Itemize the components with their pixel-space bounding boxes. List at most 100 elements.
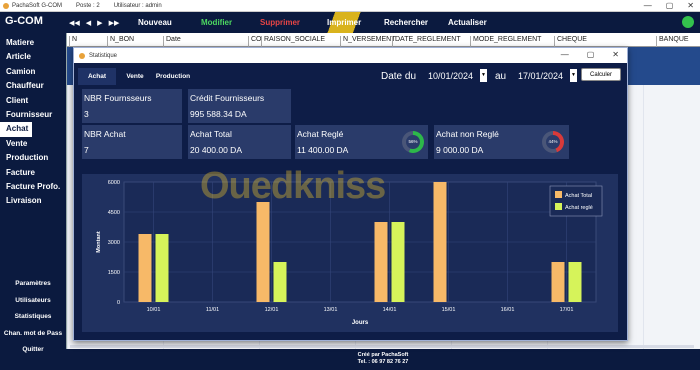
dialog-minimize-icon[interactable]: — <box>561 50 569 59</box>
bar-achat-total <box>433 182 447 302</box>
tab-achat[interactable]: Achat <box>78 68 116 85</box>
date-from-label: Date du <box>381 71 417 82</box>
sidebar-item-vente[interactable]: Vente <box>0 137 66 151</box>
y-tick-label: 3000 <box>108 240 120 246</box>
minimize-icon[interactable]: — <box>644 1 652 10</box>
sidebar-item-production[interactable]: Production <box>0 151 66 165</box>
card-achat-total: Achat Total 20 400.00 DA <box>188 125 291 159</box>
app-title: PachaSoft G-COM <box>12 2 63 9</box>
x-tick-label: 17/01 <box>560 307 574 313</box>
nbr-achat-label: NBR Achat <box>84 129 126 139</box>
bar-achat-total <box>374 222 388 302</box>
x-tick-label: 14/01 <box>383 307 397 313</box>
x-tick-label: 11/01 <box>206 307 219 313</box>
bar-achat-total <box>256 202 270 302</box>
y-axis-label: Montant <box>96 231 102 253</box>
y-tick-label: 1500 <box>108 270 120 276</box>
sidebar-item-utilisateurs[interactable]: Utilisateurs <box>0 293 66 310</box>
maximize-icon[interactable]: ▢ <box>666 1 674 10</box>
horizontal-scrollbar[interactable] <box>70 345 694 348</box>
bar-achat-total <box>551 262 565 302</box>
user-label: Utilisateur : admin <box>113 2 162 9</box>
window-title-bar: PachaSoft G-COM Poste : 2 Utilisateur : … <box>0 0 700 12</box>
column-header-n[interactable]: N <box>69 36 77 47</box>
column-header-co[interactable]: CO <box>248 36 262 47</box>
sidebar-item-facture-profo[interactable]: Facture Profo. <box>0 180 66 194</box>
imprimer-button[interactable]: Imprimer <box>327 18 361 27</box>
sidebar-item-parametres[interactable]: Paramètres <box>0 276 66 293</box>
card-achat-regle: Achat Reglé 11 400.00 DA 56% <box>295 125 428 159</box>
card-achat-non-regle: Achat non Reglé 9 000.00 DA 44% <box>434 125 569 159</box>
achat-regle-percent: 56% <box>406 135 420 149</box>
achat-regle-value: 11 400.00 DA <box>297 145 349 155</box>
bar-achat-regle <box>273 262 287 302</box>
previous-record-icon[interactable]: ◀ <box>86 19 91 27</box>
achat-non-regle-percent: 44% <box>546 135 560 149</box>
nbr-achat-value: 7 <box>84 145 89 155</box>
bar-achat-total <box>138 234 152 302</box>
date-to-input[interactable] <box>516 69 571 82</box>
column-header-date-reglement[interactable]: DATE_REGLEMENT <box>392 36 461 47</box>
column-header-raison-sociale[interactable]: RAISON_SOCIALE <box>261 36 325 47</box>
card-credit-fournisseurs: Crédit Fournisseurs 995 588.34 DA <box>188 89 291 123</box>
column-header-date[interactable]: Date <box>163 36 181 47</box>
x-tick-label: 15/01 <box>442 307 456 313</box>
sidebar-item-statistiques[interactable]: Statistiques <box>0 309 66 326</box>
nbr-fournisseurs-value: 3 <box>84 109 89 119</box>
rechercher-button[interactable]: Rechercher <box>384 18 428 27</box>
dialog-app-icon <box>79 52 85 59</box>
sidebar-item-matiere[interactable]: Matiere <box>0 36 66 50</box>
actualiser-button[interactable]: Actualiser <box>448 18 487 27</box>
column-header-mode-reglement[interactable]: MODE_REGLEMENT <box>470 36 541 47</box>
date-from-input[interactable] <box>426 69 481 82</box>
dialog-title: Statistique <box>89 52 118 59</box>
achat-total-value: 20 400.00 DA <box>190 145 242 155</box>
nouveau-button[interactable]: Nouveau <box>138 18 172 27</box>
date-to-dropdown-icon[interactable]: ▼ <box>570 69 577 82</box>
next-record-icon[interactable]: ▶ <box>97 19 102 27</box>
footer: Créé par PachaSoft Tel. : 06 97 82 76 27 <box>66 345 700 370</box>
x-axis-label: Jours <box>352 320 369 326</box>
dialog-title-bar: Statistique — ▢ ✕ <box>74 48 627 63</box>
x-tick-label: 10/01 <box>147 307 161 313</box>
sidebar-item-facture[interactable]: Facture <box>0 166 66 180</box>
date-from-dropdown-icon[interactable]: ▼ <box>480 69 487 82</box>
sidebar-item-chauffeur[interactable]: Chauffeur <box>0 79 66 93</box>
calculer-button[interactable]: Calculer <box>581 68 621 81</box>
tab-production[interactable]: Production <box>154 68 192 85</box>
nbr-fournisseurs-label: NBR Fournsseurs <box>84 93 152 103</box>
dialog-maximize-icon[interactable]: ▢ <box>587 50 595 59</box>
bar-achat-regle <box>568 262 582 302</box>
legend-swatch <box>555 203 562 210</box>
column-header-banque[interactable]: BANQUE <box>656 36 689 47</box>
achat-regle-progress-ring: 56% <box>402 131 424 153</box>
legend-swatch <box>555 191 562 198</box>
sidebar-item-achat[interactable]: Achat <box>0 122 32 137</box>
sidebar-item-article[interactable]: Article <box>0 50 66 64</box>
column-header-n-bon[interactable]: N_BON <box>107 36 134 47</box>
credit-fournisseurs-label: Crédit Fournisseurs <box>190 93 265 103</box>
last-record-icon[interactable]: ▶▶ <box>109 19 120 27</box>
column-header-n-versement[interactable]: N_VERSEMENT <box>340 36 396 47</box>
achat-non-regle-progress-ring: 44% <box>542 131 564 153</box>
sidebar-item-livraison[interactable]: Livraison <box>0 194 66 208</box>
close-icon[interactable]: ✕ <box>687 1 694 10</box>
dialog-close-icon[interactable]: ✕ <box>612 50 619 59</box>
sidebar-item-client[interactable]: Client <box>0 94 66 108</box>
tab-vente[interactable]: Vente <box>116 68 154 85</box>
footer-credit: Créé par PachaSoft <box>357 352 409 358</box>
sidebar-item-fournisseur[interactable]: Fournisseur <box>0 108 66 122</box>
sidebar-item-quitter[interactable]: Quitter <box>0 342 66 359</box>
chart-legend <box>549 185 603 217</box>
first-record-icon[interactable]: ◀◀ <box>69 19 80 27</box>
x-tick-label: 16/01 <box>501 307 515 313</box>
card-nbr-achat: NBR Achat 7 <box>82 125 182 159</box>
app-logo-icon <box>3 3 9 9</box>
table-header: N N_BON Date CO RAISON_SOCIALE N_VERSEME… <box>67 33 700 47</box>
watermark: Ouedkniss <box>200 165 386 207</box>
sidebar-item-change-password[interactable]: Chan. mot de Pass <box>0 326 66 343</box>
column-header-cheque[interactable]: CHEQUE <box>554 36 587 47</box>
sidebar-item-camion[interactable]: Camion <box>0 65 66 79</box>
supprimer-button[interactable]: Supprimer <box>260 18 300 27</box>
modifier-button[interactable]: Modifier <box>201 18 232 27</box>
